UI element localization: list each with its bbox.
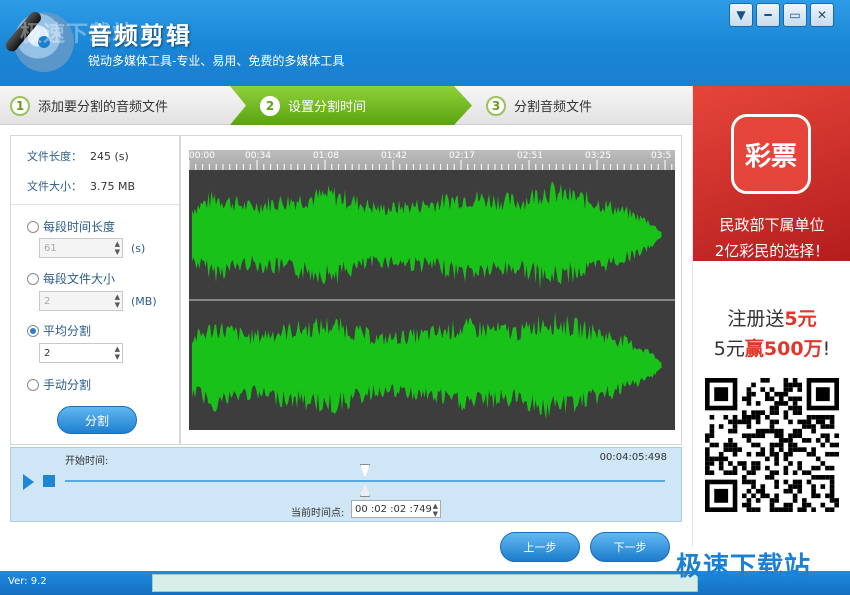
tick-label: 00:34 <box>245 151 271 161</box>
step-number: 2 <box>260 96 280 116</box>
size-unit-label: (MB) <box>131 295 157 308</box>
file-size-stepper[interactable]: 2 ▲ ▼ <box>39 291 123 311</box>
average-count-value: 2 <box>44 347 51 359</box>
ad-line-2: 2亿彩民的选择！ <box>714 242 830 260</box>
split-button[interactable]: 分割 <box>57 406 137 434</box>
radio-average[interactable] <box>27 324 39 337</box>
app-title: 音频剪辑 <box>88 22 192 50</box>
time-length-value: 61 <box>44 242 57 254</box>
tick-label: 03:25 <box>585 151 611 161</box>
time-unit-label: (s) <box>131 242 146 255</box>
time-length-stepper[interactable]: 61 ▲ ▼ <box>39 238 123 258</box>
option-manual[interactable]: 手动分割 <box>27 376 91 393</box>
option-average[interactable]: 平均分割 <box>27 322 91 339</box>
tick-label: 01:08 <box>313 151 339 161</box>
ad-promo-2b: 赢500万 <box>744 338 823 360</box>
ad-promo-1: 注册送5元 <box>693 304 850 331</box>
option-by-size[interactable]: 每段文件大小 <box>27 270 115 287</box>
tick-label: 03:5 <box>651 151 672 161</box>
step-label: 添加要分割的音频文件 <box>38 100 169 115</box>
app-subtitle: 锐动多媒体工具-专业、易用、免费的多媒体工具 <box>88 54 345 68</box>
close-button[interactable]: ✕ <box>810 3 834 27</box>
waveform-display[interactable] <box>189 170 675 430</box>
ad-promo-2: 5元赢500万! <box>693 334 850 361</box>
qr-code-icon <box>705 378 839 512</box>
title-bar: 极速下载站 音频剪辑 锐动多媒体工具-专业、易用、免费的多媒体工具 ▼ ━ ▭ … <box>0 0 850 86</box>
next-step-button[interactable]: 下一步 <box>590 532 670 562</box>
step-set-time[interactable]: 2 设置分割时间 <box>230 86 472 125</box>
option-by-size-label: 每段文件大小 <box>43 272 116 286</box>
file-size-value: 3.75 MB <box>90 180 136 193</box>
start-time-label: 开始时间: <box>65 456 109 467</box>
version-label: Ver: 9.2 <box>8 576 47 587</box>
end-time-value: 00:04:05:498 <box>599 452 667 463</box>
step-number: 3 <box>486 95 506 116</box>
maximize-button[interactable]: ▭ <box>783 3 807 27</box>
position-handle-bottom-icon[interactable] <box>360 483 370 497</box>
radio-by-size[interactable] <box>27 272 39 285</box>
ad-promo-2c: ! <box>822 338 831 360</box>
option-by-time-label: 每段时间长度 <box>43 220 116 234</box>
menu-dropdown-button[interactable]: ▼ <box>729 3 753 27</box>
radio-by-time[interactable] <box>27 220 39 233</box>
ad-promo-1b: 5元 <box>784 308 817 330</box>
ad-promo-1a: 注册送 <box>727 308 785 330</box>
tick-label: 02:51 <box>517 151 543 161</box>
average-count-stepper[interactable]: 2 ▲ ▼ <box>39 343 123 363</box>
radio-manual[interactable] <box>27 378 39 391</box>
step-add-file[interactable]: 1 添加要分割的音频文件 <box>10 86 168 125</box>
stepper-arrows-icon[interactable]: ▲ ▼ <box>433 502 438 518</box>
minimize-button[interactable]: ━ <box>756 3 780 27</box>
playback-strip: 开始时间: 00:04:05:498 当前时间点: 00 :02 :02 :74… <box>10 447 682 522</box>
tick-label: 02:17 <box>449 151 475 161</box>
ad-banner: 彩票 民政部下属单位 2亿彩民的选择！ <box>693 86 850 261</box>
position-handle-top-icon[interactable] <box>360 464 370 478</box>
file-length-row: 文件长度： 245 (s) <box>27 148 129 164</box>
playback-track[interactable] <box>65 480 665 482</box>
wizard-steps: 1 添加要分割的音频文件 2 设置分割时间 3 分割音频文件 <box>0 86 692 125</box>
step-split-file[interactable]: 3 分割音频文件 <box>486 86 592 125</box>
prev-step-button[interactable]: 上一步 <box>500 532 580 562</box>
option-average-label: 平均分割 <box>43 324 92 338</box>
step-label: 设置分割时间 <box>288 100 367 115</box>
watermark-bottom: 极速下载站 <box>676 552 812 582</box>
play-icon[interactable] <box>23 474 34 490</box>
file-length-value: 245 (s) <box>90 150 129 163</box>
stop-icon[interactable] <box>43 475 55 487</box>
file-size-input-value: 2 <box>44 295 51 307</box>
waveform-left-channel <box>192 181 662 290</box>
file-size-label: 文件大小： <box>27 180 82 193</box>
stepper-arrows-icon[interactable]: ▲ ▼ <box>115 293 120 309</box>
tick-label: 00:00 <box>189 151 215 161</box>
waveform-right-channel <box>192 311 662 420</box>
lottery-ad[interactable]: 彩票 民政部下属单位 2亿彩民的选择！ 注册送5元 5元赢500万! <box>692 86 850 546</box>
file-size-row: 文件大小： 3.75 MB <box>27 178 135 194</box>
progress-bar <box>152 574 698 592</box>
current-time-field[interactable]: 00 :02 :02 :749 ▲ ▼ <box>351 500 441 518</box>
stepper-arrows-icon[interactable]: ▲ ▼ <box>115 240 120 256</box>
option-by-time[interactable]: 每段时间长度 <box>27 218 115 235</box>
app-window: 极速下载站 音频剪辑 锐动多媒体工具-专业、易用、免费的多媒体工具 ▼ ━ ▭ … <box>0 0 850 595</box>
tick-label: 01:42 <box>381 151 407 161</box>
ad-promo-2a: 5元 <box>713 338 745 360</box>
stepper-arrows-icon[interactable]: ▲ ▼ <box>115 345 120 361</box>
file-length-label: 文件长度： <box>27 150 82 163</box>
lottery-app-icon: 彩票 <box>731 114 811 194</box>
split-options-panel: 文件长度： 245 (s) 文件大小： 3.75 MB 每段时间长度 61 ▲ ▼ (… <box>10 135 180 445</box>
ad-line-1: 民政部下属单位 <box>719 216 825 234</box>
window-controls: ▼ ━ ▭ ✕ <box>729 3 834 27</box>
step-label: 分割音频文件 <box>514 100 593 115</box>
option-manual-label: 手动分割 <box>43 378 92 392</box>
waveform-svg <box>189 181 675 420</box>
step-number: 1 <box>10 95 30 116</box>
waveform-panel: 00:00 00:34 01:08 01:42 02:17 02:51 03:2… <box>180 135 682 445</box>
timeline-ruler[interactable]: 00:00 00:34 01:08 01:42 02:17 02:51 03:2… <box>189 150 675 170</box>
current-time-label: 当前时间点: <box>291 508 345 519</box>
current-time-value: 00 :02 :02 :749 <box>355 503 432 515</box>
divider <box>11 204 179 205</box>
